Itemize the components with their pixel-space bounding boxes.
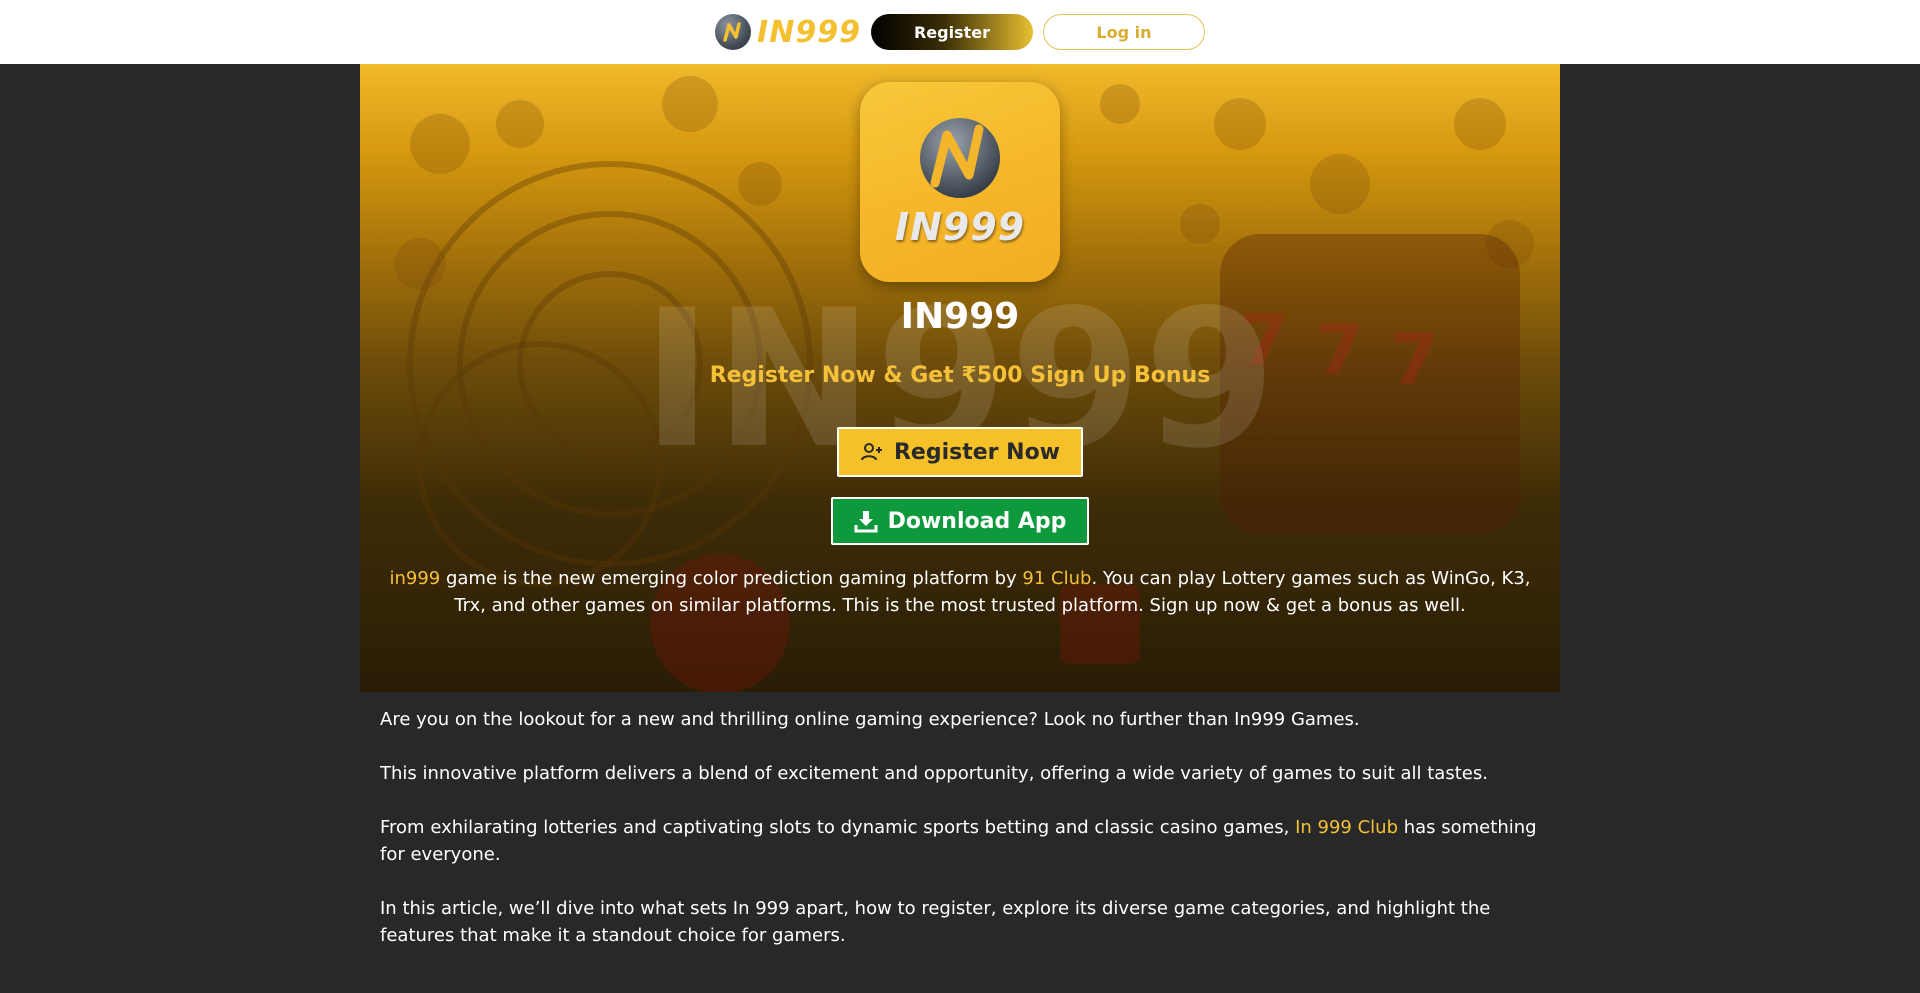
hero-description: in999 game is the new emerging color pre…: [386, 565, 1534, 619]
hero-title: IN999: [900, 296, 1020, 337]
brand-logo[interactable]: IN999: [715, 14, 861, 50]
register-now-button[interactable]: Register Now: [837, 427, 1083, 477]
top-header: IN999 Register Log in: [0, 0, 1920, 64]
article-body: Are you on the lookout for a new and thr…: [380, 706, 1540, 976]
download-app-button[interactable]: Download App: [831, 497, 1089, 545]
app-icon: IN999: [860, 82, 1060, 282]
in999-link[interactable]: in999: [389, 568, 440, 589]
header-login-button[interactable]: Log in: [1042, 14, 1205, 50]
register-now-label: Register Now: [893, 439, 1061, 465]
article-paragraph-1: Are you on the lookout for a new and thr…: [380, 709, 1360, 730]
download-app-label: Download App: [887, 508, 1067, 534]
article-paragraph-3: From exhilarating lotteries and captivat…: [380, 814, 1540, 868]
hero-subtitle: Register Now & Get ₹500 Sign Up Bonus: [709, 363, 1211, 388]
hero-banner: 7 7 7 IN999 IN999 IN999 Register Now & G…: [360, 64, 1560, 692]
91-club-link[interactable]: 91 Club: [1022, 568, 1091, 589]
header-register-button[interactable]: Register: [870, 14, 1033, 50]
in-999-club-link[interactable]: In 999 Club: [1295, 817, 1398, 838]
article-paragraph-2: This innovative platform delivers a blen…: [380, 763, 1488, 784]
in999-logo-icon: [715, 14, 752, 50]
article-paragraph-4: In this article, we’ll dive into what se…: [380, 898, 1491, 946]
article-paragraph-3-text-1: From exhilarating lotteries and captivat…: [380, 817, 1296, 838]
user-plus-icon: [860, 443, 882, 461]
in999-logo-icon: [920, 118, 1000, 198]
brand-name: IN999: [757, 14, 861, 50]
hero-description-text-1: game is the new emerging color predictio…: [440, 568, 1023, 589]
download-icon: [854, 511, 878, 533]
app-icon-label: IN999: [894, 205, 1026, 249]
